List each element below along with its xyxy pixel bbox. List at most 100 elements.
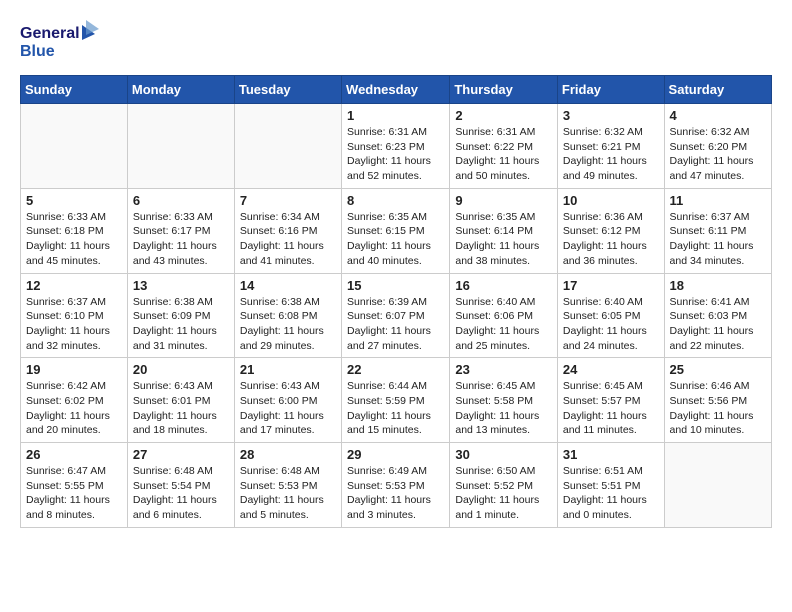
page-header: GeneralBlue bbox=[20, 20, 772, 65]
calendar-cell: 12Sunrise: 6:37 AM Sunset: 6:10 PM Dayli… bbox=[21, 273, 128, 358]
day-info: Sunrise: 6:38 AM Sunset: 6:08 PM Dayligh… bbox=[240, 295, 336, 354]
calendar-cell: 14 Sunrise: 6:38 AM Sunset: 6:08 PM Dayli… bbox=[234, 273, 341, 358]
day-info: Sunrise: 6:41 AM Sunset: 6:03 PM Dayligh… bbox=[670, 295, 766, 354]
day-info: Sunrise: 6:32 AM Sunset: 6:21 PM Dayligh… bbox=[563, 125, 659, 184]
day-info: Sunrise: 6:31 AM Sunset: 6:23 PM Dayligh… bbox=[347, 125, 444, 184]
calendar-cell: 1 Sunrise: 6:31 AM Sunset: 6:23 PM Daylig… bbox=[342, 104, 450, 189]
calendar-cell: 8 Sunrise: 6:35 AM Sunset: 6:15 PM Daylig… bbox=[342, 188, 450, 273]
day-info: Sunrise: 6:38 AM Sunset: 6:09 PM Dayligh… bbox=[133, 295, 229, 354]
day-number: 24 bbox=[563, 362, 659, 377]
day-info: Sunrise: 6:31 AM Sunset: 6:22 PM Dayligh… bbox=[455, 125, 552, 184]
calendar-cell: 31 Sunrise: 6:51 AM Sunset: 5:51 PM Dayli… bbox=[557, 443, 664, 528]
calendar-cell bbox=[127, 104, 234, 189]
day-info: Sunrise: 6:35 AM Sunset: 6:15 PM Dayligh… bbox=[347, 210, 444, 269]
day-number: 26 bbox=[26, 447, 122, 462]
week-row-2: 5 Sunrise: 6:33 AM Sunset: 6:18 PM Daylig… bbox=[21, 188, 772, 273]
day-info: Sunrise: 6:32 AM Sunset: 6:20 PM Dayligh… bbox=[670, 125, 766, 184]
weekday-header-sunday: Sunday bbox=[21, 76, 128, 104]
day-number: 7 bbox=[240, 193, 336, 208]
calendar-cell: 23 Sunrise: 6:45 AM Sunset: 5:58 PM Dayli… bbox=[450, 358, 558, 443]
day-info: Sunrise: 6:34 AM Sunset: 6:16 PM Dayligh… bbox=[240, 210, 336, 269]
day-info: Sunrise: 6:45 AM Sunset: 5:57 PM Dayligh… bbox=[563, 379, 659, 438]
day-number: 29 bbox=[347, 447, 444, 462]
day-number: 23 bbox=[455, 362, 552, 377]
weekday-header-saturday: Saturday bbox=[664, 76, 771, 104]
day-number: 5 bbox=[26, 193, 122, 208]
day-info: Sunrise: 6:33 AM Sunset: 6:18 PM Dayligh… bbox=[26, 210, 122, 269]
day-info: Sunrise: 6:45 AM Sunset: 5:58 PM Dayligh… bbox=[455, 379, 552, 438]
day-info: Sunrise: 6:48 AM Sunset: 5:53 PM Dayligh… bbox=[240, 464, 336, 523]
calendar-table: SundayMondayTuesdayWednesdayThursdayFrid… bbox=[20, 75, 772, 528]
week-row-3: 12Sunrise: 6:37 AM Sunset: 6:10 PM Dayli… bbox=[21, 273, 772, 358]
calendar-cell: 20Sunrise: 6:43 AM Sunset: 6:01 PM Dayli… bbox=[127, 358, 234, 443]
day-info: Sunrise: 6:37 AM Sunset: 6:11 PM Dayligh… bbox=[670, 210, 766, 269]
day-number: 11 bbox=[670, 193, 766, 208]
weekday-header-monday: Monday bbox=[127, 76, 234, 104]
day-info: Sunrise: 6:40 AM Sunset: 6:06 PM Dayligh… bbox=[455, 295, 552, 354]
day-number: 28 bbox=[240, 447, 336, 462]
calendar-cell: 11 Sunrise: 6:37 AM Sunset: 6:11 PM Dayli… bbox=[664, 188, 771, 273]
day-number: 25 bbox=[670, 362, 766, 377]
day-number: 31 bbox=[563, 447, 659, 462]
calendar-cell bbox=[664, 443, 771, 528]
day-info: Sunrise: 6:47 AM Sunset: 5:55 PM Dayligh… bbox=[26, 464, 122, 523]
calendar-cell: 5 Sunrise: 6:33 AM Sunset: 6:18 PM Daylig… bbox=[21, 188, 128, 273]
day-number: 21 bbox=[240, 362, 336, 377]
week-row-1: 1 Sunrise: 6:31 AM Sunset: 6:23 PM Daylig… bbox=[21, 104, 772, 189]
calendar-cell: 27 Sunrise: 6:48 AM Sunset: 5:54 PM Dayli… bbox=[127, 443, 234, 528]
calendar-cell: 22Sunrise: 6:44 AM Sunset: 5:59 PM Dayli… bbox=[342, 358, 450, 443]
day-number: 18 bbox=[670, 278, 766, 293]
calendar-cell: 28 Sunrise: 6:48 AM Sunset: 5:53 PM Dayli… bbox=[234, 443, 341, 528]
day-number: 2 bbox=[455, 108, 552, 123]
day-info: Sunrise: 6:39 AM Sunset: 6:07 PM Dayligh… bbox=[347, 295, 444, 354]
calendar-cell: 15Sunrise: 6:39 AM Sunset: 6:07 PM Dayli… bbox=[342, 273, 450, 358]
svg-text:General: General bbox=[20, 25, 80, 42]
day-number: 19 bbox=[26, 362, 122, 377]
calendar-cell: 19 Sunrise: 6:42 AM Sunset: 6:02 PM Dayli… bbox=[21, 358, 128, 443]
day-info: Sunrise: 6:42 AM Sunset: 6:02 PM Dayligh… bbox=[26, 379, 122, 438]
day-info: Sunrise: 6:37 AM Sunset: 6:10 PM Dayligh… bbox=[26, 295, 122, 354]
calendar-cell: 30 Sunrise: 6:50 AM Sunset: 5:52 PM Dayli… bbox=[450, 443, 558, 528]
day-info: Sunrise: 6:48 AM Sunset: 5:54 PM Dayligh… bbox=[133, 464, 229, 523]
day-info: Sunrise: 6:44 AM Sunset: 5:59 PM Dayligh… bbox=[347, 379, 444, 438]
day-number: 14 bbox=[240, 278, 336, 293]
day-info: Sunrise: 6:49 AM Sunset: 5:53 PM Dayligh… bbox=[347, 464, 444, 523]
calendar-cell: 6Sunrise: 6:33 AM Sunset: 6:17 PM Daylig… bbox=[127, 188, 234, 273]
calendar-cell: 4Sunrise: 6:32 AM Sunset: 6:20 PM Daylig… bbox=[664, 104, 771, 189]
day-number: 16 bbox=[455, 278, 552, 293]
calendar-cell: 26 Sunrise: 6:47 AM Sunset: 5:55 PM Dayli… bbox=[21, 443, 128, 528]
calendar-cell: 3 Sunrise: 6:32 AM Sunset: 6:21 PM Daylig… bbox=[557, 104, 664, 189]
calendar-cell: 13Sunrise: 6:38 AM Sunset: 6:09 PM Dayli… bbox=[127, 273, 234, 358]
calendar-cell bbox=[234, 104, 341, 189]
week-row-4: 19 Sunrise: 6:42 AM Sunset: 6:02 PM Dayli… bbox=[21, 358, 772, 443]
day-number: 17 bbox=[563, 278, 659, 293]
weekday-header-friday: Friday bbox=[557, 76, 664, 104]
calendar-cell: 21 Sunrise: 6:43 AM Sunset: 6:00 PM Dayli… bbox=[234, 358, 341, 443]
day-number: 20 bbox=[133, 362, 229, 377]
day-info: Sunrise: 6:36 AM Sunset: 6:12 PM Dayligh… bbox=[563, 210, 659, 269]
weekday-header-thursday: Thursday bbox=[450, 76, 558, 104]
day-number: 3 bbox=[563, 108, 659, 123]
calendar-cell: 18 Sunrise: 6:41 AM Sunset: 6:03 PM Dayli… bbox=[664, 273, 771, 358]
day-info: Sunrise: 6:51 AM Sunset: 5:51 PM Dayligh… bbox=[563, 464, 659, 523]
day-info: Sunrise: 6:50 AM Sunset: 5:52 PM Dayligh… bbox=[455, 464, 552, 523]
day-number: 8 bbox=[347, 193, 444, 208]
day-number: 30 bbox=[455, 447, 552, 462]
day-number: 9 bbox=[455, 193, 552, 208]
calendar-cell: 25 Sunrise: 6:46 AM Sunset: 5:56 PM Dayli… bbox=[664, 358, 771, 443]
day-info: Sunrise: 6:46 AM Sunset: 5:56 PM Dayligh… bbox=[670, 379, 766, 438]
calendar-cell: 29 Sunrise: 6:49 AM Sunset: 5:53 PM Dayli… bbox=[342, 443, 450, 528]
day-number: 27 bbox=[133, 447, 229, 462]
logo: GeneralBlue bbox=[20, 20, 100, 65]
week-row-5: 26 Sunrise: 6:47 AM Sunset: 5:55 PM Dayli… bbox=[21, 443, 772, 528]
day-info: Sunrise: 6:43 AM Sunset: 6:00 PM Dayligh… bbox=[240, 379, 336, 438]
calendar-cell: 9Sunrise: 6:35 AM Sunset: 6:14 PM Daylig… bbox=[450, 188, 558, 273]
day-info: Sunrise: 6:40 AM Sunset: 6:05 PM Dayligh… bbox=[563, 295, 659, 354]
weekday-header-wednesday: Wednesday bbox=[342, 76, 450, 104]
weekday-header-tuesday: Tuesday bbox=[234, 76, 341, 104]
day-number: 1 bbox=[347, 108, 444, 123]
calendar-cell: 7 Sunrise: 6:34 AM Sunset: 6:16 PM Daylig… bbox=[234, 188, 341, 273]
logo-svg: GeneralBlue bbox=[20, 20, 100, 65]
day-number: 6 bbox=[133, 193, 229, 208]
calendar-cell: 2 Sunrise: 6:31 AM Sunset: 6:22 PM Daylig… bbox=[450, 104, 558, 189]
